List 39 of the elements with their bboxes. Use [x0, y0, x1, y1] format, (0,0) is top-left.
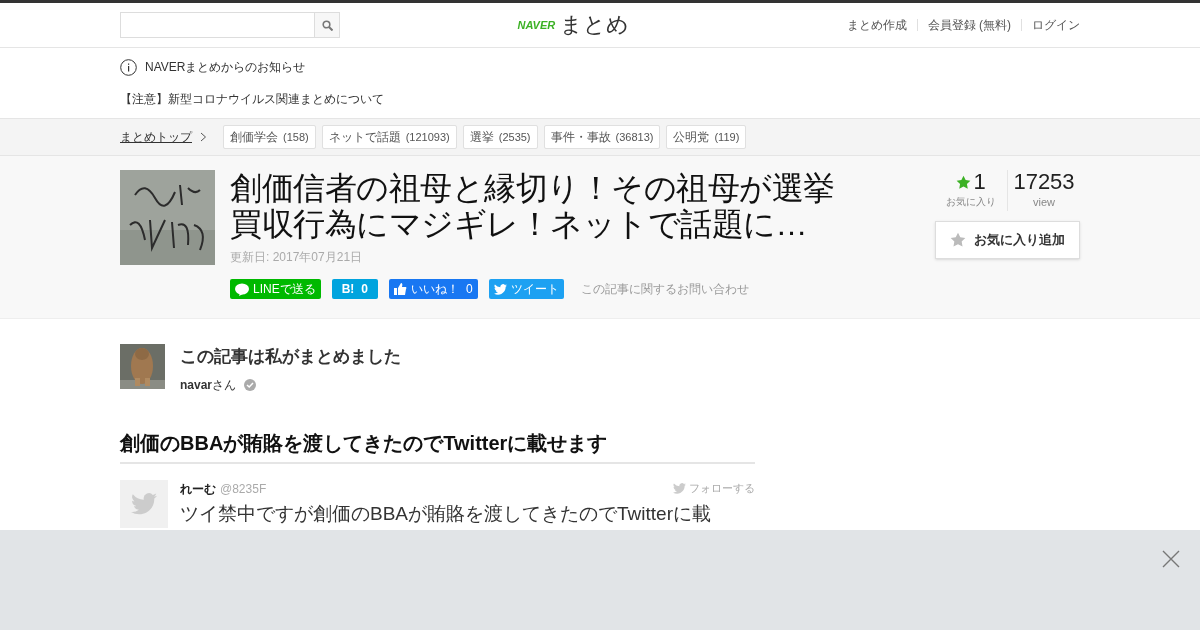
view-count: 17253 [1013, 170, 1075, 194]
logo-brand: NAVER [517, 17, 556, 33]
favorite-count: 1 [973, 170, 986, 194]
tweet-handle: @8235F [220, 480, 267, 498]
star-icon [956, 174, 972, 190]
star-icon [950, 231, 966, 248]
breadcrumb-home-link[interactable]: まとめトップ [120, 128, 192, 146]
chat-bubble-icon [235, 282, 249, 296]
bird-icon [493, 283, 507, 295]
author-heading: この記事は私がまとめました [180, 346, 401, 368]
tweet-author: れーむ [180, 480, 216, 498]
search-field[interactable] [120, 12, 340, 38]
notice-title: NAVERまとめからのお知らせ [145, 59, 306, 76]
author-name[interactable]: navarさん [180, 375, 237, 394]
tweet-text: ツイ禁中ですが創価のBBAが賄賂を渡してきたのでTwitterに載 [180, 501, 712, 526]
add-favorite-button[interactable]: お気に入り追加 [935, 220, 1080, 259]
tag-chip[interactable]: 事件・事故 (36813) [543, 125, 661, 149]
chevron-right-icon [200, 132, 207, 142]
tag-chip[interactable]: 創価学会 (158) [223, 125, 316, 149]
logo-name: まとめ [560, 14, 630, 36]
notice-link[interactable]: 【注意】新型コロナウイルス関連まとめについて [120, 90, 1080, 108]
favorite-label: お気に入り [946, 195, 996, 209]
close-icon[interactable] [1162, 550, 1180, 568]
section-heading: 創価のBBAが賄賂を渡してきたのでTwitterに載せます [120, 427, 755, 464]
info-icon [120, 58, 137, 76]
bird-icon [673, 483, 686, 494]
tag-chip[interactable]: 公明党 (119) [666, 125, 747, 149]
header-link[interactable]: まとめ作成 [846, 16, 907, 34]
bird-icon [131, 492, 157, 515]
thumbs-up-icon [394, 283, 408, 295]
search-icon [321, 19, 333, 31]
updated-date: 更新日: 2017年07月21日 [230, 249, 364, 266]
tag-chip[interactable]: ネットで話題 (121093) [321, 125, 457, 149]
header-link[interactable]: 会員登録 (無料) [927, 16, 1011, 34]
view-label: view [1033, 195, 1055, 210]
article-title: 創価信者の祖母と縁切り！その祖母が選挙買収行為にマジギレ！ネットで話題に… [230, 170, 836, 242]
share-button[interactable]: いいね！ 0 [389, 279, 478, 299]
header-link[interactable]: ログイン [1032, 16, 1080, 34]
tag-chip[interactable]: 選挙 (2535) [462, 125, 538, 149]
